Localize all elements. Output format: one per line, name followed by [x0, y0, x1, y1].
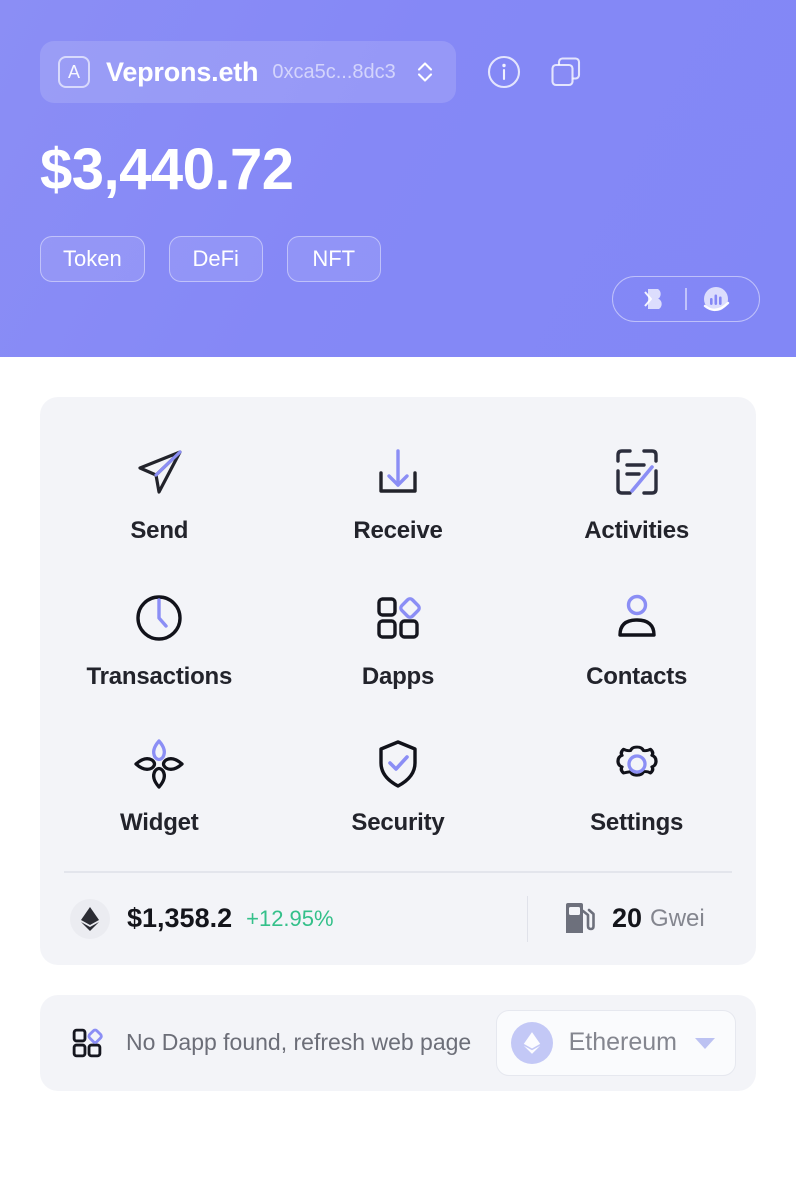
action-label: Contacts [586, 663, 688, 690]
grid-diamond-icon [367, 587, 429, 649]
action-dapps[interactable]: Dapps [279, 565, 518, 711]
chevron-up-down-icon[interactable] [414, 57, 436, 87]
dapp-message: No Dapp found, refresh web page [126, 1029, 472, 1055]
gas-unit: Gwei [650, 904, 705, 932]
gas-pump-icon [566, 902, 595, 933]
network-name: Ethereum [568, 1028, 677, 1056]
action-contacts[interactable]: Contacts [517, 565, 756, 711]
tab-token[interactable]: Token [40, 236, 145, 282]
action-label: Activities [584, 517, 690, 544]
download-tray-icon [367, 441, 429, 503]
caret-down-icon[interactable] [693, 1035, 717, 1051]
clock-icon [128, 587, 190, 649]
action-label: Send [130, 517, 189, 544]
action-label: Receive [353, 517, 443, 544]
actions-grid: Send Receive Activities Transactions Dap… [40, 419, 756, 857]
action-label: Transactions [86, 663, 233, 690]
shield-check-icon [367, 733, 429, 795]
avatar-letter: A [67, 62, 80, 82]
person-icon [606, 587, 668, 649]
four-petals-icon [128, 733, 190, 795]
send-paper-plane-icon [128, 441, 190, 503]
total-balance: $3,440.72 [40, 137, 294, 202]
avatar: A [58, 56, 90, 88]
account-name: Veprons.eth [106, 56, 259, 87]
account-row: A Veprons.eth 0xca5c...8dc3 [0, 0, 796, 103]
price-gas-bar: $1,358.2 +12.95% 20 Gwei [40, 873, 756, 965]
action-label: Widget [120, 809, 199, 836]
action-label: Security [351, 809, 445, 836]
gas-value: 20 [612, 903, 643, 933]
copy-windows-icon[interactable] [548, 54, 584, 90]
action-receive[interactable]: Receive [279, 419, 518, 565]
b-logo-icon[interactable] [637, 280, 675, 318]
document-pen-icon [606, 441, 668, 503]
ethereum-diamond-icon [510, 1021, 553, 1064]
action-label: Dapps [361, 663, 435, 690]
ethereum-diamond-icon [70, 898, 110, 939]
action-transactions[interactable]: Transactions [40, 565, 279, 711]
action-label: Settings [590, 809, 684, 836]
account-address: 0xca5c...8dc3 [272, 60, 396, 83]
brand-links-pill [612, 276, 760, 322]
tab-nft[interactable]: NFT [286, 236, 381, 282]
eth-price: $1,358.2 [127, 903, 233, 933]
action-activities[interactable]: Activities [517, 419, 756, 565]
brand-divider [685, 288, 687, 310]
action-send[interactable]: Send [40, 419, 279, 565]
network-selector[interactable]: Ethereum [495, 1009, 736, 1076]
wallet-header: A Veprons.eth 0xca5c...8dc3 $3,440.72 To… [0, 0, 796, 357]
chart-globe-icon[interactable] [697, 280, 735, 318]
dapp-status-bar: No Dapp found, refresh web page Ethereum [40, 994, 756, 1091]
action-settings[interactable]: Settings [517, 711, 756, 857]
tab-defi[interactable]: DeFi [168, 236, 263, 282]
account-selector[interactable]: A Veprons.eth 0xca5c...8dc3 [40, 41, 456, 103]
asset-tabs: Token DeFi NFT [0, 199, 796, 282]
grid-diamond-icon [72, 1028, 103, 1057]
action-widget[interactable]: Widget [40, 711, 279, 857]
info-circle-icon[interactable] [486, 54, 522, 90]
eth-change: +12.95% [246, 905, 334, 931]
action-security[interactable]: Security [279, 711, 518, 857]
gas-group: 20 Gwei [528, 901, 726, 937]
actions-card: Send Receive Activities Transactions Dap… [40, 397, 756, 965]
gear-icon [606, 733, 668, 795]
